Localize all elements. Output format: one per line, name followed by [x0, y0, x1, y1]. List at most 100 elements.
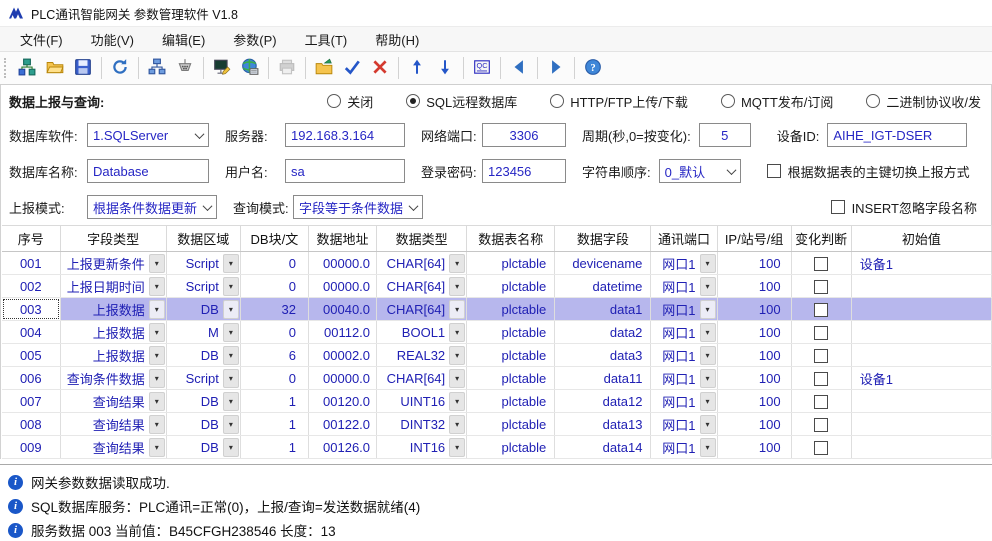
dtype-cell[interactable]: CHAR[64]▾: [377, 252, 467, 275]
table-row[interactable]: 008查询结果▾DB▾100122.0DINT32▾plctabledata13…: [2, 413, 992, 436]
change-check-cell[interactable]: [791, 298, 851, 321]
string-order-select[interactable]: 0_默认: [659, 159, 741, 183]
ip-cell[interactable]: 100: [717, 436, 791, 459]
ip-cell[interactable]: 100: [717, 275, 791, 298]
change-check-cell[interactable]: [791, 413, 851, 436]
device-id-input[interactable]: [827, 123, 967, 147]
ip-cell[interactable]: 100: [717, 367, 791, 390]
dropdown-button[interactable]: ▾: [149, 415, 165, 434]
insert-ignore-checkbox[interactable]: INSERT忽略字段名称: [831, 198, 991, 217]
port-cell[interactable]: 网口1▾: [651, 344, 717, 367]
init-cell[interactable]: [851, 298, 991, 321]
area-cell[interactable]: Script▾: [166, 275, 240, 298]
column-header[interactable]: 变化判断: [791, 226, 851, 252]
row-number-cell[interactable]: 006: [2, 367, 60, 390]
menu-item[interactable]: 文件(F): [6, 27, 77, 52]
toolbar-refresh-button[interactable]: [106, 55, 134, 82]
init-cell[interactable]: [851, 275, 991, 298]
toolbar-prev-button[interactable]: [505, 55, 533, 82]
block-cell[interactable]: 0: [240, 275, 308, 298]
dropdown-button[interactable]: ▾: [223, 369, 239, 388]
toolbar-move-up-button[interactable]: [403, 55, 431, 82]
column-header[interactable]: 序号: [2, 226, 60, 252]
username-input[interactable]: [285, 159, 405, 183]
field-type-cell[interactable]: 上报数据▾: [60, 321, 166, 344]
change-check-cell[interactable]: [791, 367, 851, 390]
dropdown-button[interactable]: ▾: [700, 254, 716, 273]
dropdown-button[interactable]: ▾: [223, 254, 239, 273]
dropdown-button[interactable]: ▾: [700, 415, 716, 434]
dropdown-button[interactable]: ▾: [149, 369, 165, 388]
row-number-cell[interactable]: 005: [2, 344, 60, 367]
ip-cell[interactable]: 100: [717, 344, 791, 367]
init-cell[interactable]: 设备1: [851, 252, 991, 275]
toolbar-apply-check-button[interactable]: [338, 55, 366, 82]
area-cell[interactable]: DB▾: [166, 298, 240, 321]
toolbar-move-down-button[interactable]: [431, 55, 459, 82]
report-mode-select[interactable]: 根据条件数据更新: [87, 195, 217, 219]
dropdown-button[interactable]: ▾: [700, 346, 716, 365]
block-cell[interactable]: 6: [240, 344, 308, 367]
menu-item[interactable]: 功能(V): [77, 27, 148, 52]
dropdown-button[interactable]: ▾: [449, 369, 465, 388]
tname-cell[interactable]: plctable: [467, 367, 555, 390]
dtype-cell[interactable]: DINT32▾: [377, 413, 467, 436]
dtype-cell[interactable]: INT16▾: [377, 436, 467, 459]
query-mode-select[interactable]: 字段等于条件数据: [293, 195, 423, 219]
addr-cell[interactable]: 00112.0: [308, 321, 376, 344]
dropdown-button[interactable]: ▾: [223, 392, 239, 411]
dropdown-button[interactable]: ▾: [700, 392, 716, 411]
toolbar-serial-port-button[interactable]: [171, 55, 199, 82]
dropdown-button[interactable]: ▾: [449, 438, 465, 457]
toolbar-folder-transfer-button[interactable]: [310, 55, 338, 82]
init-cell[interactable]: 设备1: [851, 367, 991, 390]
tname-cell[interactable]: plctable: [467, 344, 555, 367]
port-cell[interactable]: 网口1▾: [651, 390, 717, 413]
dropdown-button[interactable]: ▾: [149, 392, 165, 411]
change-check-cell[interactable]: [791, 275, 851, 298]
area-cell[interactable]: Script▾: [166, 252, 240, 275]
toolbar-plc-connect-button[interactable]: [13, 55, 41, 82]
column-header[interactable]: DB块/文: [240, 226, 308, 252]
init-cell[interactable]: [851, 344, 991, 367]
field-cell[interactable]: data1: [555, 298, 651, 321]
change-check-checkbox[interactable]: [814, 257, 828, 271]
tname-cell[interactable]: plctable: [467, 275, 555, 298]
table-row[interactable]: 001上报更新条件▾Script▾000000.0CHAR[64]▾plctab…: [2, 252, 992, 275]
menu-item[interactable]: 帮助(H): [361, 27, 433, 52]
init-cell[interactable]: [851, 321, 991, 344]
radio-option[interactable]: 二进制协议收/发: [866, 92, 981, 111]
radio-option[interactable]: HTTP/FTP上传/下载: [550, 92, 688, 111]
column-header[interactable]: 初始值: [851, 226, 991, 252]
table-row[interactable]: 007查询结果▾DB▾100120.0UINT16▾plctabledata12…: [2, 390, 992, 413]
tname-cell[interactable]: plctable: [467, 390, 555, 413]
block-cell[interactable]: 1: [240, 413, 308, 436]
dropdown-button[interactable]: ▾: [449, 415, 465, 434]
port-cell[interactable]: 网口1▾: [651, 275, 717, 298]
addr-cell[interactable]: 00120.0: [308, 390, 376, 413]
dropdown-button[interactable]: ▾: [700, 438, 716, 457]
dropdown-button[interactable]: ▾: [700, 369, 716, 388]
field-type-cell[interactable]: 上报更新条件▾: [60, 252, 166, 275]
toolbar-save-button[interactable]: [69, 55, 97, 82]
port-cell[interactable]: 网口1▾: [651, 413, 717, 436]
table-row[interactable]: 006查询条件数据▾Script▾000000.0CHAR[64]▾plctab…: [2, 367, 992, 390]
change-check-checkbox[interactable]: [814, 303, 828, 317]
dropdown-button[interactable]: ▾: [223, 323, 239, 342]
toolbar-qc-display-button[interactable]: QC: [468, 55, 496, 82]
change-check-checkbox[interactable]: [814, 372, 828, 386]
area-cell[interactable]: DB▾: [166, 344, 240, 367]
field-cell[interactable]: datetime: [555, 275, 651, 298]
tname-cell[interactable]: plctable: [467, 436, 555, 459]
change-check-checkbox[interactable]: [814, 326, 828, 340]
dtype-cell[interactable]: REAL32▾: [377, 344, 467, 367]
net-port-input[interactable]: [482, 123, 566, 147]
row-number-cell[interactable]: 003: [2, 298, 60, 321]
column-header[interactable]: 数据表名称: [467, 226, 555, 252]
port-cell[interactable]: 网口1▾: [651, 367, 717, 390]
dropdown-button[interactable]: ▾: [223, 346, 239, 365]
area-cell[interactable]: Script▾: [166, 367, 240, 390]
port-cell[interactable]: 网口1▾: [651, 252, 717, 275]
column-header[interactable]: 通讯端口: [651, 226, 717, 252]
port-cell[interactable]: 网口1▾: [651, 436, 717, 459]
